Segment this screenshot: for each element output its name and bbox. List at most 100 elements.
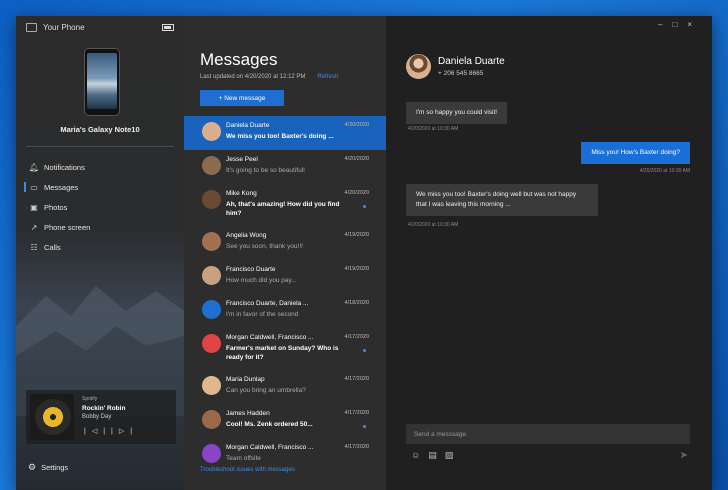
left-panel: Your Phone Maria's Galaxy Note10 🔔︎ Noti… xyxy=(16,16,184,490)
conversation-item[interactable]: James Hadden 4/17/2020 Cool! Ms. Zenk orde… xyxy=(184,404,386,438)
conversation-item[interactable]: Francisco Duarte, Daniela ... 4/18/2020 I'… xyxy=(184,294,386,328)
conversation-item[interactable]: Mike Kong 4/20/2020 Ah, that's amazing! Ho… xyxy=(184,184,386,226)
nav-item-notifications[interactable]: 🔔︎ Notifications xyxy=(16,157,184,177)
conversation-preview: Team offsite xyxy=(226,455,261,462)
album-art xyxy=(30,394,74,440)
calls-icon: ☷ xyxy=(30,242,38,252)
conversation-date: 4/17/2020 xyxy=(344,376,369,382)
nav-item-photos[interactable]: ▣ Photos xyxy=(16,197,184,217)
chat-panel: –□× Daniela Duarte + 206 545 8665 I'm so… xyxy=(386,16,712,490)
avatar xyxy=(202,444,221,463)
avatar xyxy=(202,266,221,285)
conversation-item[interactable]: Angelia Wong 4/19/2020 See you soon, thank… xyxy=(184,226,386,260)
message-time: 4/20/2020 at 10:30 AM xyxy=(408,222,459,228)
conversation-date: 4/20/2020 xyxy=(344,122,369,128)
nav-label: Calls xyxy=(44,242,61,252)
nav-label: Phone screen xyxy=(44,222,91,232)
conversation-preview: Can you bring an umbrella? xyxy=(226,387,306,394)
media-controls: |◁||▷| xyxy=(84,427,138,435)
conversation-preview: I'm in favor of the second xyxy=(226,311,299,318)
conversation-preview: We miss you too! Baxter's doing ... xyxy=(226,133,334,140)
battery-icon xyxy=(162,24,174,31)
contact-phone: + 206 545 8665 xyxy=(438,70,484,77)
window-controls: –□× xyxy=(658,20,702,29)
title-bar: Your Phone xyxy=(16,16,85,38)
image-icon[interactable]: ▨ xyxy=(445,450,462,460)
nav-label: Notifications xyxy=(44,162,85,172)
close-icon[interactable]: × xyxy=(687,20,702,29)
messages-heading: Messages xyxy=(200,50,278,69)
conversation-list: Daniela Duarte 4/20/2020 We miss you too! … xyxy=(184,116,386,472)
conversation-date: 4/17/2020 xyxy=(344,410,369,416)
conversation-name: Francisco Duarte xyxy=(226,266,276,273)
conversation-date: 4/18/2020 xyxy=(344,300,369,306)
conversation-preview: Cool! Ms. Zenk ordered 50... xyxy=(226,421,313,428)
last-updated-text: Last updated on 4/20/2020 at 12:12 PM xyxy=(200,74,306,80)
nav-item-calls[interactable]: ☷ Calls xyxy=(16,237,184,257)
avatar xyxy=(202,190,221,209)
gear-icon: ⚙ xyxy=(28,462,37,472)
conversation-item[interactable]: Francisco Duarte 4/19/2020 How much did yo… xyxy=(184,260,386,294)
app-title: Your Phone xyxy=(43,22,85,32)
conversation-preview: See you soon, thank you!!! xyxy=(226,243,303,250)
new-message-button[interactable]: + New message xyxy=(200,90,284,106)
conversation-preview: Farmer's market on Sunday? Who is ready … xyxy=(226,345,339,361)
refresh-link[interactable]: Refresh xyxy=(317,74,338,80)
conversation-date: 4/19/2020 xyxy=(344,266,369,272)
conversation-date: 4/17/2020 xyxy=(344,444,369,450)
conversation-name: Francisco Duarte, Daniela ... xyxy=(226,300,309,307)
avatar xyxy=(202,300,221,319)
conversation-date: 4/20/2020 xyxy=(344,156,369,162)
conversation-preview: How much did you pay... xyxy=(226,277,297,284)
unread-dot xyxy=(363,349,366,352)
pause-icon[interactable]: || xyxy=(103,428,119,435)
conversation-name: Jesse Peel xyxy=(226,156,258,163)
phone-image xyxy=(84,48,120,116)
message-icon: ▭ xyxy=(30,182,38,192)
avatar xyxy=(202,410,221,429)
nav-label: Photos xyxy=(44,202,68,212)
avatar xyxy=(202,122,221,141)
unread-dot xyxy=(363,205,366,208)
troubleshoot-link[interactable]: Troubleshoot issues with messages xyxy=(200,467,295,473)
phone-screen-icon: ↗ xyxy=(30,222,38,232)
gif-icon[interactable]: ▤ xyxy=(428,450,445,460)
conversation-preview: It's going to be so beautiful! xyxy=(226,167,305,174)
avatar xyxy=(202,334,221,353)
last-updated: Last updated on 4/20/2020 at 12:12 PM Ref… xyxy=(200,74,338,80)
message-bubble-incoming: I'm so happy you could visit! xyxy=(406,102,508,124)
conversation-name: Mike Kong xyxy=(226,190,257,197)
avatar xyxy=(202,232,221,251)
conversation-item[interactable]: Jesse Peel 4/20/2020 It's going to be so b… xyxy=(184,150,386,184)
media-player: Spotify Rockin' Robin Bobby Day |◁||▷| xyxy=(26,390,176,444)
conversation-name: Morgan Caldwell, Francisco ... xyxy=(226,334,314,341)
avatar xyxy=(202,156,221,175)
conversation-preview: Ah, that's amazing! How did you find him… xyxy=(226,201,340,217)
minimize-icon[interactable]: – xyxy=(658,20,672,29)
settings-button[interactable]: ⚙ Settings xyxy=(28,462,68,473)
next-track-icon[interactable]: ▷| xyxy=(119,428,138,435)
avatar xyxy=(202,376,221,395)
settings-label: Settings xyxy=(41,463,69,472)
compose-input[interactable]: Send a messsage xyxy=(406,424,690,444)
conversation-date: 4/20/2020 xyxy=(344,190,369,196)
divider xyxy=(26,146,174,147)
conversation-name: Maria Dunlap xyxy=(226,376,265,383)
nav-label: Messages xyxy=(44,182,79,192)
maximize-icon[interactable]: □ xyxy=(672,20,687,29)
previous-track-icon[interactable]: |◁ xyxy=(84,428,103,435)
nav-item-messages[interactable]: ▭ Messages xyxy=(16,177,184,197)
conversation-item[interactable]: Maria Dunlap 4/17/2020 Can you bring an um… xyxy=(184,370,386,404)
app-icon xyxy=(26,22,37,32)
conversation-name: Morgan Caldwell, Francisco ... xyxy=(226,444,314,451)
conversation-item[interactable]: Daniela Duarte 4/20/2020 We miss you too! … xyxy=(184,116,386,150)
conversation-item[interactable]: Morgan Caldwell, Francisco ... 4/17/2020 F… xyxy=(184,328,386,370)
send-icon[interactable]: ➤ xyxy=(680,450,688,461)
conversation-date: 4/17/2020 xyxy=(344,334,369,340)
emoji-icon[interactable]: ☺ xyxy=(411,450,428,460)
message-bubble-outgoing: Miss you! How's Baxter doing? xyxy=(581,142,690,164)
media-title: Rockin' Robin xyxy=(82,405,126,412)
conversation-date: 4/19/2020 xyxy=(344,232,369,238)
photo-icon: ▣ xyxy=(30,202,38,212)
nav-item-phone-screen[interactable]: ↗ Phone screen xyxy=(16,217,184,237)
